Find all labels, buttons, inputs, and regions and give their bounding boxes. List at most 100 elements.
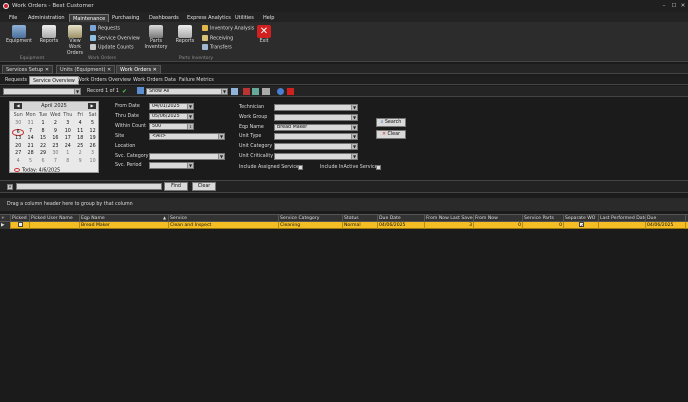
col-header-from-now[interactable]: From Now <box>474 215 523 222</box>
col-header-due-date[interactable]: Due Date <box>378 215 425 222</box>
col-header-service-parts[interactable]: Service Parts <box>523 215 564 222</box>
exit-button[interactable]: ✕ Exit <box>256 25 272 45</box>
calendar-day[interactable]: 15 <box>37 136 49 141</box>
filter-icon[interactable] <box>137 87 144 94</box>
calendar-day[interactable]: 11 <box>74 129 86 134</box>
close-window-button[interactable]: ✕ <box>679 0 687 12</box>
calendar-day[interactable]: 25 <box>74 144 86 149</box>
work-group-combo[interactable]: ▼ <box>274 114 358 121</box>
col-header-last-performed[interactable]: Last Performed Date <box>599 215 646 222</box>
calendar-day[interactable]: 26 <box>86 144 98 149</box>
receiving-button[interactable]: Receiving <box>202 35 233 43</box>
menu-utilities[interactable]: Utilities <box>232 14 257 22</box>
svc-period-combo[interactable]: ▼ <box>149 162 194 169</box>
view-work-orders-button[interactable]: View Work Orders <box>64 25 86 57</box>
calendar-day[interactable]: 7 <box>24 129 36 134</box>
subtab-work-orders-data[interactable]: Work Orders Data <box>130 76 179 85</box>
calendar-day[interactable]: 9 <box>74 159 86 164</box>
include-assigned-checkbox[interactable] <box>298 165 303 170</box>
col-header-service-category[interactable]: Service Category <box>279 215 343 222</box>
calendar-day[interactable]: 3 <box>62 121 74 126</box>
tab-work-orders[interactable]: Work Orders ✕ <box>116 65 161 74</box>
calendar-day[interactable]: 5 <box>86 121 98 126</box>
col-header-status[interactable]: Status <box>343 215 378 222</box>
print-icon[interactable] <box>262 88 270 95</box>
requests-button[interactable]: Requests <box>90 25 120 33</box>
subtab-failure-metrics[interactable]: Failure Metrics <box>176 76 217 85</box>
calendar-day[interactable]: 7 <box>49 159 61 164</box>
find-button[interactable]: Find <box>164 182 188 191</box>
next-month-button[interactable]: ▶ <box>88 103 96 109</box>
calendar-day[interactable]: 13 <box>12 136 24 141</box>
unit-criticality-combo[interactable]: ▼ <box>274 153 358 160</box>
calendar-day[interactable]: 23 <box>49 144 61 149</box>
table-row[interactable]: ▶ Bread Maker Clean and Inspect Cleaning… <box>0 222 688 229</box>
calendar-day[interactable]: 8 <box>37 129 49 134</box>
col-header-separate-wo[interactable]: Separate WO <box>564 215 599 222</box>
calendar-day[interactable]: 5 <box>24 159 36 164</box>
close-find-icon[interactable]: ✕ <box>7 184 13 190</box>
picked-checkbox[interactable] <box>18 222 23 227</box>
calendar-day[interactable]: 16 <box>49 136 61 141</box>
menu-file[interactable]: File <box>6 14 20 22</box>
unit-category-combo[interactable]: ▼ <box>274 143 358 150</box>
unit-type-combo[interactable]: ▼ <box>274 133 358 140</box>
calendar-day[interactable]: 14 <box>24 136 36 141</box>
find-input[interactable] <box>16 183 162 190</box>
export-icon[interactable] <box>243 88 250 95</box>
refresh-icon[interactable] <box>231 88 238 95</box>
cell-separate-wo[interactable]: ✓ <box>564 222 599 229</box>
subtab-work-orders-overview[interactable]: Work Orders Overview <box>74 76 134 85</box>
site-combo[interactable]: <All> ▼ <box>149 133 225 140</box>
col-header-eqp-name[interactable]: Eqp Name <box>80 215 169 222</box>
tab-services-setup[interactable]: Services Setup ✕ <box>2 65 54 74</box>
col-header-picked[interactable]: Picked <box>11 215 30 222</box>
clear-filters-button[interactable]: ✕ Clear <box>376 130 406 139</box>
calendar-day[interactable]: 17 <box>62 136 74 141</box>
calendar-day[interactable]: 8 <box>62 159 74 164</box>
eqp-name-combo[interactable]: Bread Maker ▼ <box>274 124 358 131</box>
calendar-day[interactable]: 30 <box>12 121 24 126</box>
menu-dashboards[interactable]: Dashboards <box>146 14 182 22</box>
calendar-day[interactable]: 29 <box>37 151 49 156</box>
parts-inventory-button[interactable]: Parts Inventory <box>144 25 168 51</box>
calendar-day[interactable]: 4 <box>74 121 86 126</box>
col-header-from-now-last-saved[interactable]: From Now Last Saved <box>425 215 474 222</box>
calendar-day[interactable]: 27 <box>12 151 24 156</box>
tab-units-equipment[interactable]: Units (Equipment) ✕ <box>56 65 116 74</box>
include-inactive-checkbox[interactable] <box>376 165 381 170</box>
col-header-picked-user[interactable]: Picked User Name <box>30 215 80 222</box>
close-icon[interactable] <box>287 88 294 95</box>
calendar-day[interactable]: 10 <box>86 159 98 164</box>
calendar-day[interactable]: 21 <box>24 144 36 149</box>
menu-administration[interactable]: Administration <box>25 14 68 22</box>
calendar-day[interactable]: 6 <box>12 128 25 136</box>
calendar-day[interactable]: 18 <box>74 136 86 141</box>
calendar[interactable]: ◀ April 2025 ▶ Sun Mon Tue Wed Thu Fri Sat 30 31… <box>9 101 99 174</box>
layout-combo[interactable]: ▼ <box>3 88 81 95</box>
calendar-day[interactable]: 19 <box>86 136 98 141</box>
from-date-field[interactable]: 04/01/2025 ▼ <box>149 103 194 110</box>
calendar-day[interactable]: 2 <box>74 151 86 156</box>
calendar-day[interactable]: 22 <box>37 144 49 149</box>
within-count-stepper[interactable]: 500 ⇕ <box>149 123 194 130</box>
parts-reports-button[interactable]: Reports <box>174 25 196 45</box>
calendar-day[interactable]: 9 <box>49 129 61 134</box>
show-filter-combo[interactable]: Show All ▼ <box>146 88 228 95</box>
reports-button[interactable]: Reports <box>37 25 61 45</box>
technician-combo[interactable]: ▼ <box>274 104 358 111</box>
update-counts-button[interactable]: Update Counts <box>90 44 134 52</box>
subtab-service-overview[interactable]: Service Overview <box>29 76 79 85</box>
minimize-button[interactable]: – <box>660 0 668 12</box>
separate-wo-checkbox[interactable]: ✓ <box>579 222 584 229</box>
calendar-day[interactable]: 30 <box>49 151 61 156</box>
calendar-day[interactable]: 1 <box>62 151 74 156</box>
check-icon[interactable]: ✔ <box>122 88 127 95</box>
cell-picked[interactable] <box>11 222 30 229</box>
calendar-day[interactable]: 6 <box>37 159 49 164</box>
subtab-requests[interactable]: Requests <box>2 76 30 85</box>
calendar-day[interactable]: 28 <box>24 151 36 156</box>
menu-help[interactable]: Help <box>260 14 277 22</box>
maximize-button[interactable]: ☐ <box>670 0 678 12</box>
calendar-day[interactable]: 2 <box>49 121 61 126</box>
